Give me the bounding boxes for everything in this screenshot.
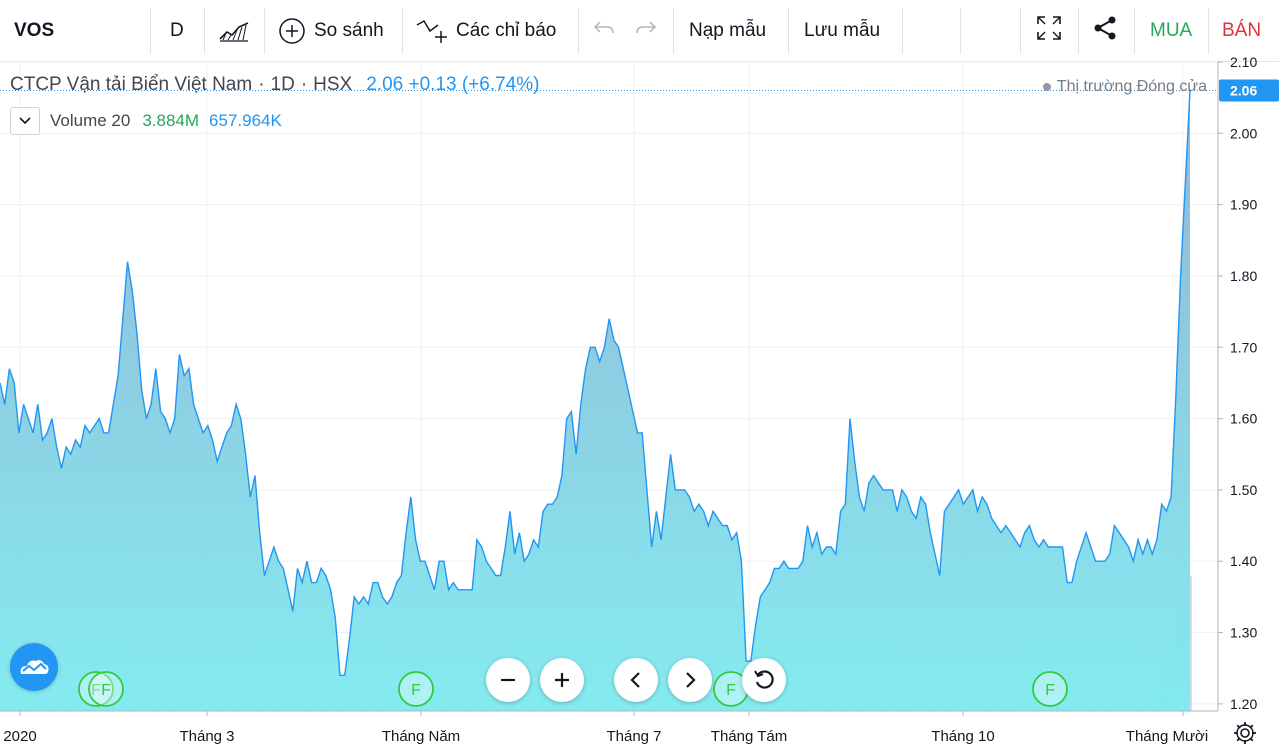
chevron-left-icon — [630, 672, 640, 688]
price-tick-label: 2.00 — [1230, 125, 1257, 141]
time-tick-label: Tháng 10 — [931, 728, 994, 745]
legend-separator: · — [258, 74, 265, 95]
legend-timeframe: 1D — [270, 74, 295, 95]
price-area — [0, 90, 1218, 711]
volume-label: Volume 20 — [50, 111, 131, 130]
legend-separator: · — [300, 74, 308, 95]
chevron-right-icon — [686, 672, 696, 688]
market-status: Thị trường Đóng cửa — [1042, 78, 1207, 96]
reset-icon — [754, 670, 774, 689]
minus-icon — [501, 678, 515, 682]
price-tick-label: 2.10 — [1230, 54, 1257, 70]
scroll-left-button[interactable] — [614, 658, 658, 702]
price-tick-label: 1.90 — [1230, 197, 1257, 213]
event-marker-label: F — [1045, 682, 1055, 699]
reset-chart-button[interactable] — [742, 658, 786, 702]
price-tick-label: 1.30 — [1230, 625, 1257, 641]
chevron-down-icon — [19, 117, 31, 125]
price-tick-label: 1.50 — [1230, 482, 1257, 498]
price-axis-bg — [1218, 62, 1279, 711]
time-tick-label: 2020 — [3, 728, 36, 745]
volume-ma-value: 657.964K — [209, 111, 282, 130]
volume-value: 3.884M — [142, 111, 200, 130]
price-tick-label: 1.20 — [1230, 696, 1257, 712]
symbol-legend: CTCP Vận tải Biển Việt Nam · 1D · HSX 2.… — [10, 74, 539, 96]
cloud-logo-icon — [20, 660, 49, 674]
price-area-fill — [0, 90, 1190, 711]
time-tick-label: Tháng 7 — [606, 728, 661, 745]
event-marker: F — [1032, 671, 1068, 707]
time-tick-label: Tháng Năm — [382, 728, 460, 745]
zoom-in-button[interactable] — [540, 658, 584, 702]
event-marker-label: F — [411, 682, 421, 699]
event-marker: F — [88, 671, 124, 707]
zoom-out-button[interactable] — [486, 658, 530, 702]
price-tick-label: 1.40 — [1230, 553, 1257, 569]
event-marker: F — [398, 671, 434, 707]
time-axis[interactable]: 2020 Tháng 3 Tháng Năm Tháng 7 Tháng Tám Thán… — [0, 710, 1279, 756]
company-name: CTCP Vận tải Biển Việt Nam — [10, 74, 253, 95]
scroll-right-button[interactable] — [668, 658, 712, 702]
time-tick-label: Tháng Tám — [711, 728, 787, 745]
last-price-label: 2.06 — [1230, 83, 1257, 99]
time-tick-label: Tháng 3 — [179, 728, 234, 745]
gear-icon[interactable] — [1232, 720, 1258, 746]
legend-exchange: HSX — [313, 74, 353, 95]
volume-legend: Volume 20 3.884M 657.964K — [10, 107, 282, 135]
price-tick-label: 1.70 — [1230, 339, 1257, 355]
market-status-label: Thị trường Đóng cửa — [1056, 78, 1207, 95]
plus-icon — [555, 673, 569, 687]
event-marker-label: F — [726, 682, 736, 699]
legend-price: 2.06 +0.13 (+6.74%) — [366, 74, 540, 95]
status-dot-icon — [1042, 82, 1051, 91]
price-tick-label: 1.80 — [1230, 268, 1257, 284]
time-tick-label: Tháng Mười — [1126, 728, 1208, 745]
tradingview-logo[interactable] — [10, 643, 58, 691]
price-tick-label: 1.60 — [1230, 411, 1257, 427]
event-marker-label: F — [101, 682, 111, 699]
collapse-button[interactable] — [10, 107, 40, 135]
price-axis[interactable]: 2.10 2.00 1.90 1.80 1.70 1.60 1.50 1.40 1.30 1.20… — [1217, 54, 1279, 712]
